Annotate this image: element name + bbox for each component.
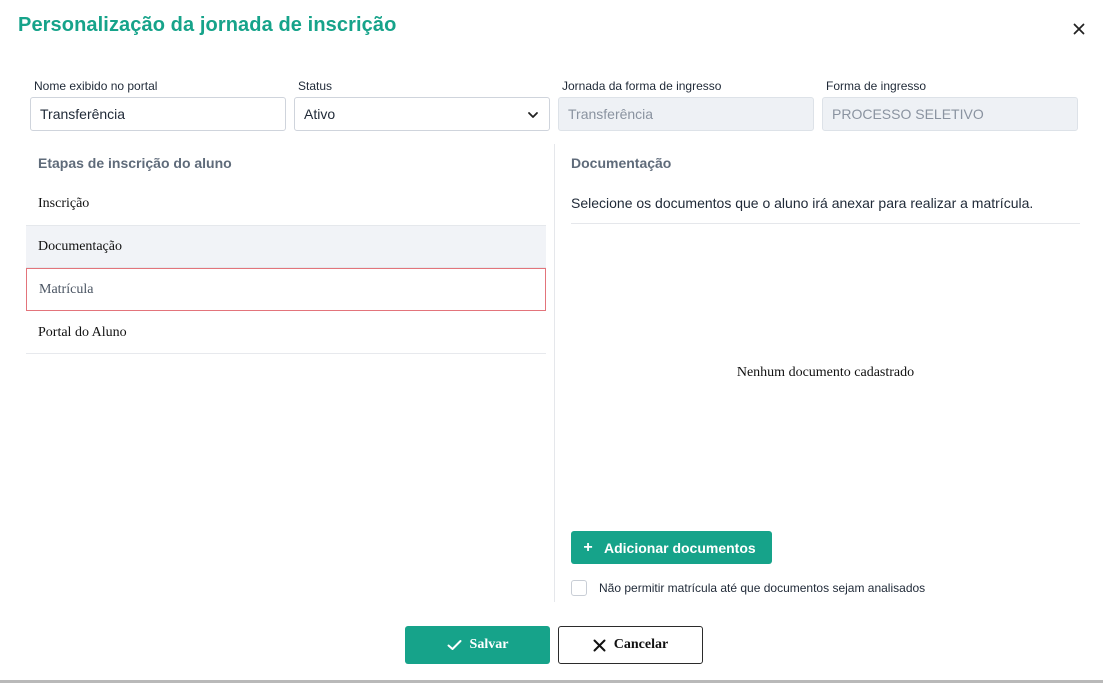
step-item-portal-do-aluno[interactable]: Portal do Aluno [26, 311, 546, 354]
documentacao-divider [571, 223, 1080, 224]
journey-customization-modal: Personalização da jornada de inscrição N… [0, 0, 1103, 680]
status-select[interactable]: Ativo [294, 97, 550, 131]
check-icon [447, 640, 462, 650]
step-label: Portal do Aluno [38, 324, 127, 340]
chevron-down-icon [528, 112, 538, 118]
status-label: Status [298, 79, 333, 93]
step-item-matricula[interactable]: Matrícula [26, 268, 546, 311]
nome-value: Transferência [40, 106, 126, 122]
close-icon [593, 639, 606, 651]
add-documents-button[interactable]: + Adicionar documentos [571, 531, 772, 564]
steps-divider [26, 353, 546, 354]
steps-heading: Etapas de inscrição do aluno [38, 155, 232, 171]
step-item-documentacao[interactable]: Documentação [26, 225, 546, 268]
documentacao-heading: Documentação [571, 155, 672, 171]
documentacao-description: Selecione os documentos que o aluno irá … [571, 195, 1034, 211]
jornada-value: Transferência [568, 106, 654, 122]
forma-label: Forma de ingresso [826, 79, 927, 93]
jornada-input: Transferência [558, 97, 814, 131]
block-enrollment-checkbox[interactable] [571, 580, 587, 596]
close-icon [1073, 23, 1085, 35]
step-label: Inscrição [38, 195, 90, 211]
modal-title: Personalização da jornada de inscrição [18, 14, 397, 36]
jornada-label: Jornada da forma de ingresso [562, 79, 722, 93]
forma-input: PROCESSO SELETIVO [822, 97, 1078, 131]
plus-icon: + [583, 538, 593, 556]
block-enrollment-label: Não permitir matrícula até que documento… [599, 581, 926, 595]
save-button[interactable]: Salvar [405, 626, 550, 664]
cancel-label: Cancelar [613, 637, 669, 652]
add-documents-label: Adicionar documentos [604, 539, 756, 556]
step-item-inscricao[interactable]: Inscrição [26, 182, 546, 225]
step-label: Documentação [38, 238, 122, 254]
save-label: Salvar [469, 637, 509, 652]
forma-value: PROCESSO SELETIVO [832, 106, 984, 122]
status-value: Ativo [304, 106, 336, 122]
close-button[interactable] [1068, 18, 1090, 40]
empty-documents-message: Nenhum documento cadastrado [736, 365, 915, 380]
nome-label: Nome exibido no portal [34, 79, 158, 93]
nome-input[interactable]: Transferência [30, 97, 286, 131]
column-divider [554, 144, 555, 602]
step-label: Matrícula [39, 281, 94, 297]
cancel-button[interactable]: Cancelar [558, 626, 703, 664]
